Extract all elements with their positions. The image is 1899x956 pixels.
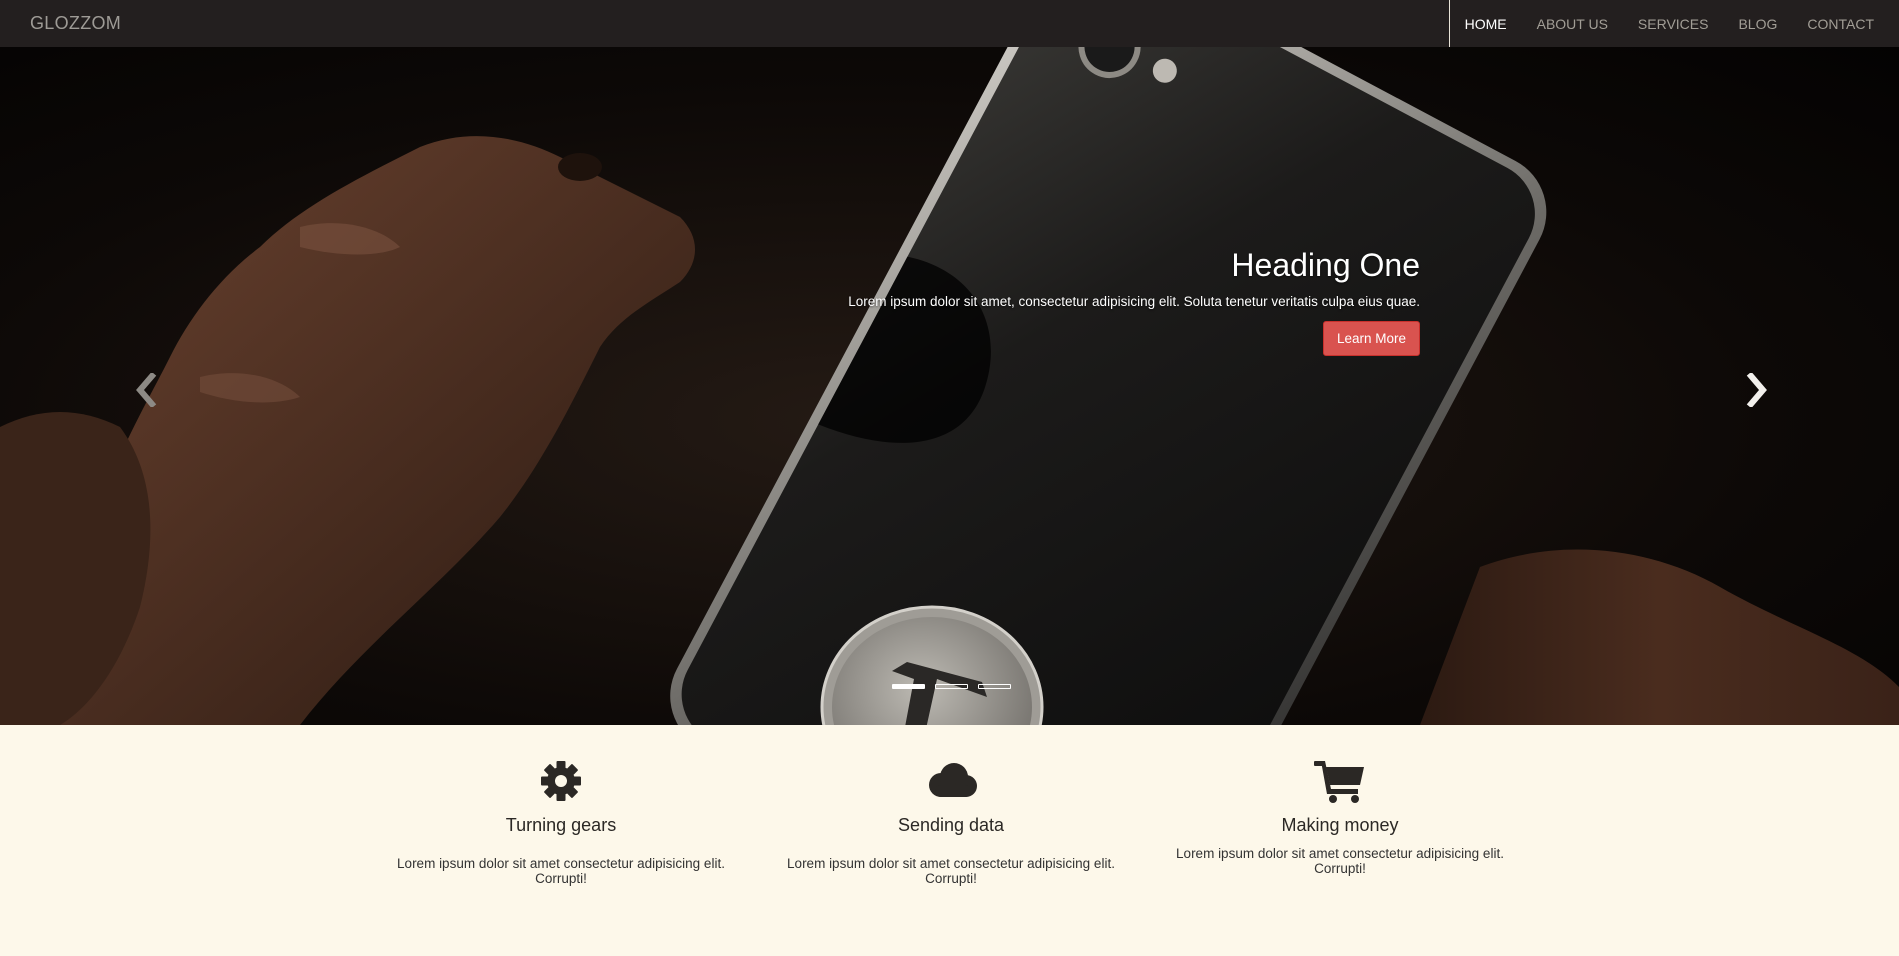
main-nav: HOME ABOUT US SERVICES BLOG CONTACT (1448, 0, 1899, 47)
carousel-prev-button[interactable] (131, 372, 161, 408)
chevron-right-icon (1746, 373, 1767, 407)
carousel-heading: Heading One (1231, 247, 1420, 283)
carousel-next-button[interactable] (1742, 372, 1772, 408)
feature-title: Turning gears (505, 815, 617, 835)
carousel-indicator-1[interactable] (892, 684, 925, 689)
features-section: Turning gears Lorem ipsum dolor sit amet… (0, 725, 1899, 956)
nav-blog[interactable]: BLOG (1723, 0, 1792, 47)
carousel-indicator-2[interactable] (935, 684, 968, 689)
nav-about-us[interactable]: ABOUT US (1522, 0, 1623, 47)
navbar: GLOZZOM HOME ABOUT US SERVICES BLOG CONT… (0, 0, 1899, 47)
cart-icon (1165, 759, 1515, 803)
feature-text: Lorem ipsum dolor sit amet consectetur a… (1176, 846, 1504, 876)
feature-title: Making money (1281, 815, 1399, 835)
hero-carousel: Heading One Lorem ipsum dolor sit amet, … (0, 47, 1899, 725)
feature-text: Lorem ipsum dolor sit amet consectetur a… (397, 856, 725, 886)
feature-making-money: Making money Lorem ipsum dolor sit amet … (1165, 759, 1515, 876)
chevron-left-icon (136, 373, 157, 407)
cloud-icon (776, 759, 1126, 803)
carousel-indicators (892, 684, 1011, 689)
brand-logo[interactable]: GLOZZOM (30, 13, 121, 34)
feature-title: Sending data (897, 815, 1005, 835)
carousel-text: Lorem ipsum dolor sit amet, consectetur … (848, 294, 1420, 309)
carousel-indicator-3[interactable] (978, 684, 1011, 689)
feature-turning-gears: Turning gears Lorem ipsum dolor sit amet… (386, 759, 736, 886)
nav-contact[interactable]: CONTACT (1792, 0, 1889, 47)
hero-background-image (0, 47, 1899, 725)
feature-sending-data: Sending data Lorem ipsum dolor sit amet … (776, 759, 1126, 886)
gear-icon (386, 759, 736, 803)
learn-more-button[interactable]: Learn More (1322, 321, 1420, 356)
nav-home[interactable]: HOME (1450, 0, 1522, 47)
feature-text: Lorem ipsum dolor sit amet consectetur a… (787, 856, 1115, 886)
nav-services[interactable]: SERVICES (1623, 0, 1724, 47)
carousel-caption: Heading One Lorem ipsum dolor sit amet, … (848, 247, 1420, 356)
